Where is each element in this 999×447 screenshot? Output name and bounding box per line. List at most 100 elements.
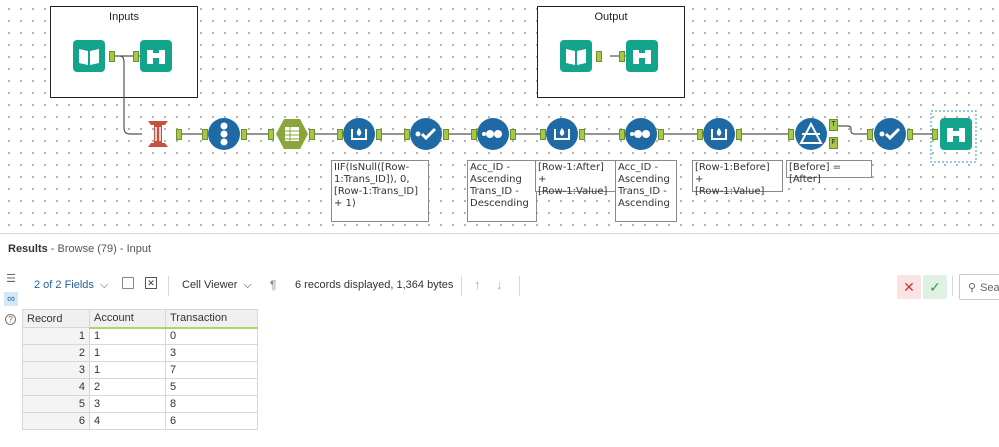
help-icon[interactable]: ? (5, 314, 16, 325)
output-data-tool[interactable] (560, 40, 592, 72)
sort-annotation: Acc_ID - Ascending Trans_ID - Descending (467, 160, 537, 222)
table-row[interactable]: 425 (22, 378, 258, 396)
search-placeholder: Sea (980, 282, 999, 294)
output-anchor[interactable] (176, 129, 182, 140)
sort-tool[interactable] (625, 118, 657, 150)
checkbox-icon[interactable] (122, 277, 134, 289)
column-header-record[interactable]: Record (22, 309, 90, 328)
filter-true-anchor[interactable]: T (829, 119, 838, 131)
fields-dropdown[interactable]: 2 of 2 Fields ⌵ (34, 279, 108, 292)
workflow-canvas[interactable]: Inputs Output T F IIF(IsNull([Row- 1:Tra… (0, 0, 999, 233)
union-tool[interactable] (142, 118, 174, 150)
results-side-toolbar: ☰ ∞ ? (0, 264, 22, 447)
output-anchor[interactable] (907, 129, 913, 140)
output-anchor[interactable] (376, 129, 382, 140)
search-icon: ⚲ (968, 282, 977, 294)
browse-tool[interactable] (626, 40, 658, 72)
account-cell[interactable]: 1 (89, 344, 166, 362)
deselect-icon[interactable]: ✕ (145, 277, 157, 289)
record-number: 1 (22, 327, 90, 345)
account-cell[interactable]: 1 (89, 361, 166, 379)
record-number: 4 (22, 378, 90, 396)
output-anchor[interactable] (579, 129, 585, 140)
chevron-down-icon: ⌵ (243, 279, 252, 291)
input-anchor[interactable] (133, 51, 139, 62)
table-header-row: Record Account Transaction (22, 309, 258, 329)
arrow-down-icon[interactable]: ↓ (496, 277, 503, 292)
output-anchor[interactable] (109, 51, 115, 62)
multirow-formula-annotation: [Row-1:After] + [Row-1:Value] (535, 160, 617, 197)
account-cell[interactable]: 3 (89, 395, 166, 413)
account-cell[interactable]: 2 (89, 378, 166, 396)
sort-annotation: Acc_ID - Ascending Trans_ID - Ascending (615, 160, 677, 222)
filter-annotation: [Before] = [After] (786, 160, 872, 185)
browse-tool-selected[interactable] (940, 118, 972, 150)
account-cell[interactable]: 1 (89, 327, 166, 345)
cell-viewer-dropdown[interactable]: Cell Viewer ⌵ (182, 279, 252, 292)
multirow-formula-annotation: [Row-1:Before] + [Row-1:Value] (692, 160, 783, 197)
output-anchor[interactable] (596, 51, 602, 62)
output-anchor[interactable] (510, 129, 516, 140)
check-icon[interactable]: ✓ (923, 275, 947, 299)
arrow-up-icon[interactable]: ↑ (474, 277, 481, 292)
transaction-cell[interactable]: 5 (165, 378, 258, 396)
results-header: Results - Browse (79) - Input (0, 234, 999, 262)
results-table: Record Account Transaction 110 213 317 4… (22, 309, 258, 430)
multirow-formula-annotation: IIF(IsNull([Row- 1:Trans_ID]), 0, [Row-1… (331, 160, 429, 222)
transaction-cell[interactable]: 6 (165, 412, 258, 430)
x-icon[interactable]: ✕ (897, 275, 921, 299)
table-row[interactable]: 110 (22, 327, 258, 345)
record-number: 6 (22, 412, 90, 430)
table-row[interactable]: 646 (22, 412, 258, 430)
input-data-tool[interactable] (73, 40, 105, 72)
toolbar-divider (952, 276, 953, 296)
input-anchor[interactable] (788, 129, 794, 140)
filter-tool[interactable] (795, 118, 827, 150)
browse-tool[interactable] (140, 40, 172, 72)
record-number: 5 (22, 395, 90, 413)
fields-label: 2 of 2 Fields (34, 279, 94, 291)
transaction-cell[interactable]: 3 (165, 344, 258, 362)
multi-row-formula-tool[interactable] (703, 118, 735, 150)
results-toolbar: 2 of 2 Fields ⌵ ✕ Cell Viewer ⌵ ¶ 6 reco… (22, 268, 999, 304)
binoculars-icon[interactable]: ∞ (4, 292, 18, 306)
select-tool[interactable] (410, 118, 442, 150)
table-row[interactable]: 213 (22, 344, 258, 362)
pilcrow-icon[interactable]: ¶ (270, 278, 276, 292)
input-anchor[interactable] (619, 51, 625, 62)
filter-false-anchor[interactable]: F (829, 137, 838, 149)
transaction-cell[interactable]: 7 (165, 361, 258, 379)
results-title: Results (8, 243, 48, 255)
record-id-tool[interactable] (208, 118, 240, 150)
output-anchor[interactable] (241, 129, 247, 140)
text-to-columns-tool[interactable] (276, 118, 308, 150)
input-anchor[interactable] (867, 129, 873, 140)
record-number: 2 (22, 344, 90, 362)
results-pane: Results - Browse (79) - Input ☰ ∞ ? 2 of… (0, 233, 999, 446)
column-header-account[interactable]: Account (89, 309, 166, 329)
transaction-cell[interactable]: 0 (165, 327, 258, 345)
multi-row-formula-tool[interactable] (546, 118, 578, 150)
records-info: 6 records displayed, 1,364 bytes (295, 279, 454, 291)
cell-viewer-label: Cell Viewer (182, 279, 238, 291)
output-anchor[interactable] (736, 129, 742, 140)
input-anchor[interactable] (268, 129, 274, 140)
select-tool[interactable] (874, 118, 906, 150)
sort-tool[interactable] (477, 118, 509, 150)
output-anchor[interactable] (309, 129, 315, 140)
input-anchor[interactable] (932, 129, 938, 140)
toolbar-divider (461, 276, 462, 296)
output-anchor[interactable] (443, 129, 449, 140)
record-number: 3 (22, 361, 90, 379)
output-anchor[interactable] (658, 129, 664, 140)
table-row[interactable]: 317 (22, 361, 258, 379)
table-row[interactable]: 538 (22, 395, 258, 413)
column-header-transaction[interactable]: Transaction (165, 309, 258, 329)
chevron-down-icon: ⌵ (99, 279, 109, 291)
transaction-cell[interactable]: 8 (165, 395, 258, 413)
list-icon[interactable]: ☰ (4, 272, 18, 286)
toolbar-divider (519, 276, 520, 296)
search-input[interactable]: ⚲ Sea (959, 274, 999, 300)
multi-row-formula-tool[interactable] (343, 118, 375, 150)
account-cell[interactable]: 4 (89, 412, 166, 430)
